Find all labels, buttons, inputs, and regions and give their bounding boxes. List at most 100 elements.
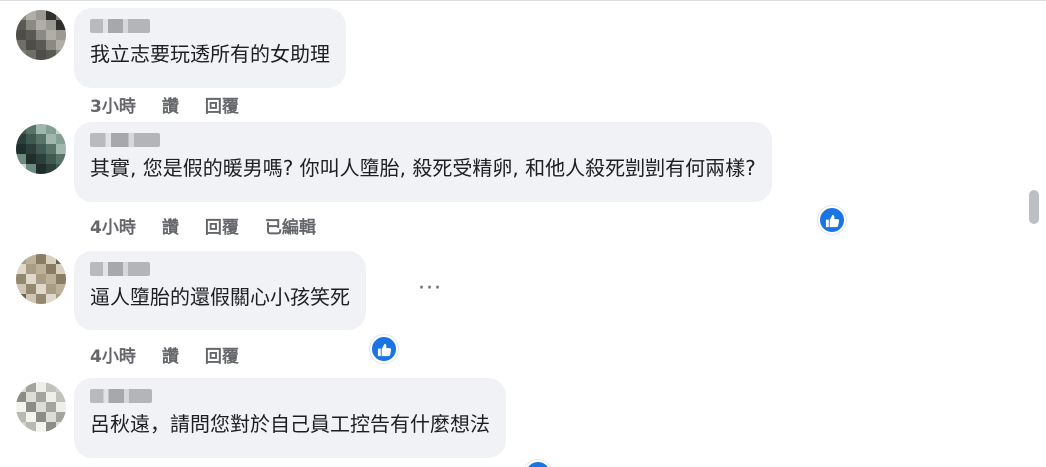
avatar-pixel	[36, 154, 46, 164]
avatar-pixel	[46, 264, 56, 274]
avatar-pixel	[46, 294, 56, 304]
avatar-pixel	[16, 382, 26, 392]
avatar-pixel	[46, 144, 56, 154]
avatar-pixel	[46, 40, 56, 50]
avatar-pixel	[26, 284, 36, 294]
avatar-pixel	[56, 20, 66, 30]
timestamp[interactable]: 3小時	[90, 92, 136, 117]
avatar-pixel	[56, 164, 66, 174]
avatar-pixel	[16, 20, 26, 30]
avatar-pixel	[36, 254, 46, 264]
comment-bubble: 逼人墮胎的還假關心小孩笑死	[74, 251, 366, 330]
author-name-blurred[interactable]	[90, 389, 152, 403]
avatar-pixel	[36, 50, 46, 60]
like-link[interactable]: 讚	[162, 213, 179, 238]
avatar-pixel	[16, 154, 26, 164]
comment-text: 逼人墮胎的還假關心小孩笑死	[90, 285, 350, 309]
avatar-pixel	[56, 254, 66, 264]
avatar-pixel	[46, 10, 56, 20]
avatar-pixel	[46, 164, 56, 174]
avatar-pixel	[56, 50, 66, 60]
comment-meta: 4小時 讚 回覆 已編輯	[90, 213, 342, 238]
avatar-pixel	[26, 124, 36, 134]
avatar-pixel	[36, 274, 46, 284]
avatar-pixel	[36, 422, 46, 432]
avatar-pixel	[46, 30, 56, 40]
avatar-pixel	[36, 392, 46, 402]
avatar-pixel	[26, 30, 36, 40]
avatar-pixel	[46, 274, 56, 284]
avatar-pixel	[36, 164, 46, 174]
comment-meta: 4小時 讚 回覆	[90, 342, 265, 367]
comment-bubble: 其實, 您是假的暖男嗎? 你叫人墮胎, 殺死受精卵, 和他人殺死剴剴有何兩樣?	[74, 122, 772, 202]
reply-link[interactable]: 回覆	[205, 213, 239, 238]
author-name-blurred[interactable]	[90, 133, 160, 147]
avatar-pixel	[56, 412, 66, 422]
avatar-pixel	[36, 294, 46, 304]
avatar[interactable]	[16, 10, 66, 60]
comment-bubble: 呂秋遠，請問您對於自己員工控告有什麼想法	[74, 378, 506, 458]
avatar-pixel	[36, 10, 46, 20]
thumbs-up-icon	[377, 343, 391, 356]
timestamp[interactable]: 4小時	[90, 342, 136, 367]
avatar-pixel	[56, 382, 66, 392]
avatar-pixel	[16, 144, 26, 154]
avatar-pixel	[36, 264, 46, 274]
avatar-pixel	[16, 50, 26, 60]
avatar-pixel	[16, 264, 26, 274]
avatar-pixel	[56, 294, 66, 304]
avatar-pixel	[56, 40, 66, 50]
avatar-pixel	[56, 284, 66, 294]
avatar-pixel	[56, 274, 66, 284]
avatar-pixel	[46, 284, 56, 294]
avatar-pixel	[26, 422, 36, 432]
avatar-pixel	[26, 254, 36, 264]
like-reaction-badge[interactable]	[818, 206, 846, 234]
avatar-pixel	[36, 40, 46, 50]
avatar[interactable]	[16, 382, 66, 432]
avatar-pixel	[16, 294, 26, 304]
avatar-pixel	[46, 422, 56, 432]
avatar-pixel	[46, 402, 56, 412]
avatar-pixel	[56, 392, 66, 402]
avatar-pixel	[26, 412, 36, 422]
avatar-pixel	[16, 422, 26, 432]
avatar-pixel	[26, 20, 36, 30]
thumbs-up-icon	[825, 214, 839, 227]
avatar-pixel	[16, 392, 26, 402]
avatar-pixel	[56, 124, 66, 134]
comment-meta: 3小時 讚 回覆	[90, 92, 265, 117]
edited-label[interactable]: 已編輯	[265, 213, 316, 238]
avatar-pixel	[56, 30, 66, 40]
avatar[interactable]	[16, 254, 66, 304]
avatar-pixel	[26, 144, 36, 154]
scrollbar-thumb[interactable]	[1029, 190, 1039, 224]
avatar-pixel	[26, 164, 36, 174]
avatar-pixel	[56, 10, 66, 20]
avatar-pixel	[56, 154, 66, 164]
avatar-pixel	[36, 284, 46, 294]
avatar-pixel	[26, 134, 36, 144]
avatar-pixel	[16, 30, 26, 40]
avatar-pixel	[26, 50, 36, 60]
reply-link[interactable]: 回覆	[205, 342, 239, 367]
avatar-pixel	[36, 134, 46, 144]
avatar-pixel	[56, 144, 66, 154]
avatar-pixel	[46, 134, 56, 144]
like-link[interactable]: 讚	[162, 342, 179, 367]
comment-text: 其實, 您是假的暖男嗎? 你叫人墮胎, 殺死受精卵, 和他人殺死剴剴有何兩樣?	[90, 156, 756, 180]
like-link[interactable]: 讚	[162, 92, 179, 117]
avatar-pixel	[16, 164, 26, 174]
avatar-pixel	[26, 264, 36, 274]
like-reaction-badge[interactable]	[370, 335, 398, 363]
author-name-blurred[interactable]	[90, 19, 150, 33]
reply-link[interactable]: 回覆	[205, 92, 239, 117]
author-name-blurred[interactable]	[90, 262, 150, 276]
avatar-pixel	[56, 402, 66, 412]
more-options-icon[interactable]: ···	[418, 278, 442, 300]
avatar[interactable]	[16, 124, 66, 174]
like-reaction-badge[interactable]	[524, 460, 552, 467]
timestamp[interactable]: 4小時	[90, 213, 136, 238]
avatar-pixel	[26, 294, 36, 304]
avatar-pixel	[16, 124, 26, 134]
